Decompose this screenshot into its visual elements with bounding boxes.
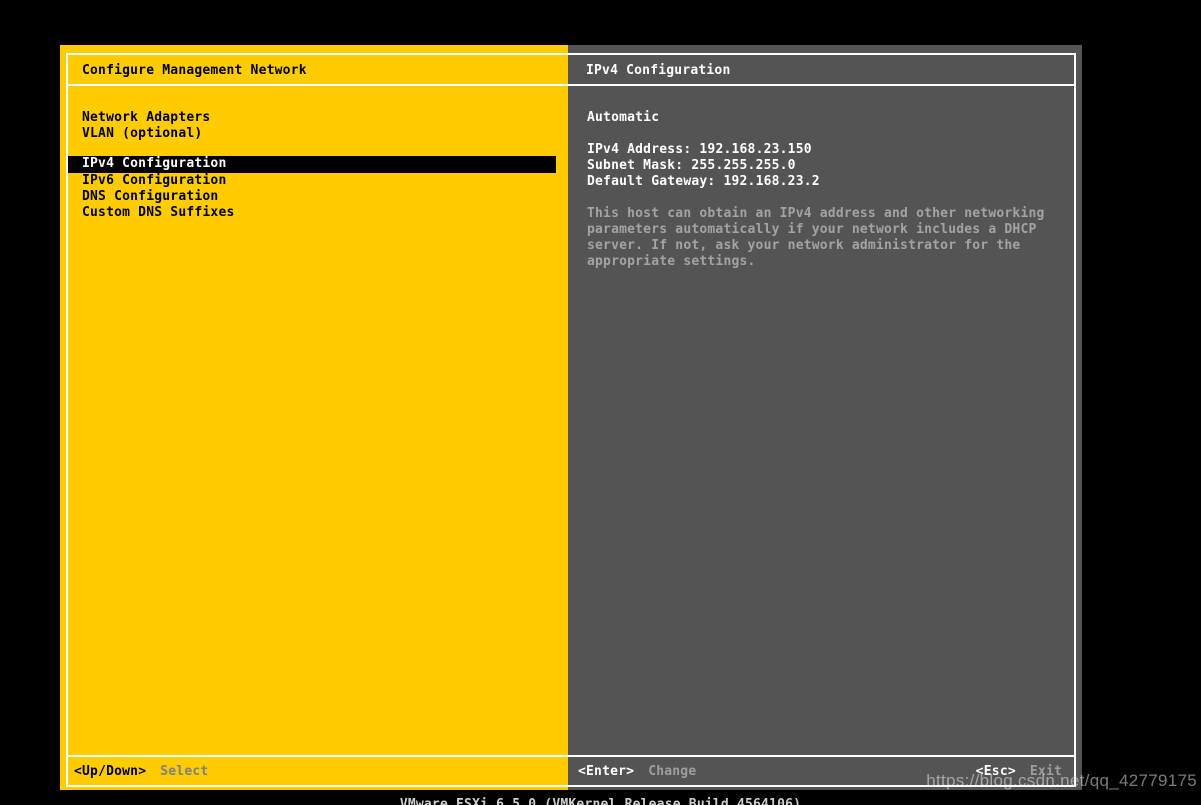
ipv4-mode-value: Automatic [587, 110, 1074, 126]
subnet-mask-value: 255.255.255.0 [691, 158, 795, 173]
management-network-menu: Network Adapters VLAN (optional) IPv4 Co… [68, 86, 568, 221]
help-line: appropriate settings. [587, 254, 1074, 270]
subnet-mask-row: Subnet Mask: 255.255.255.0 [587, 158, 1074, 174]
help-line: This host can obtain an IPv4 address and… [587, 206, 1074, 222]
help-line: server. If not, ask your network adminis… [587, 238, 1074, 254]
dcui-screen: Configure Management Network Network Ada… [0, 0, 1201, 805]
ipv4-details: Automatic IPv4 Address: 192.168.23.150 S… [568, 86, 1074, 270]
csdn-watermark: https://blog.csdn.net/qq_42779175 [926, 773, 1197, 789]
ipv4-fields: IPv4 Address: 192.168.23.150 Subnet Mask… [587, 142, 1074, 190]
ipv4-address-label: IPv4 Address: [587, 142, 691, 157]
left-hint-bar: <Up/Down> Select [68, 755, 568, 785]
detail-panel-border: IPv4 Configuration Automatic IPv4 Addres… [568, 53, 1076, 787]
dhcp-help-text: This host can obtain an IPv4 address and… [587, 206, 1074, 270]
detail-panel-title: IPv4 Configuration [568, 55, 1074, 86]
panel-title: Configure Management Network [68, 55, 568, 86]
enter-key-hint: <Enter> [578, 764, 634, 779]
menu-item-ipv4-configuration[interactable]: IPv4 Configuration [68, 156, 556, 173]
default-gateway-label: Default Gateway: [587, 174, 715, 189]
detail-panel: IPv4 Configuration Automatic IPv4 Addres… [568, 45, 1082, 790]
subnet-mask-label: Subnet Mask: [587, 158, 683, 173]
default-gateway-value: 192.168.23.2 [723, 174, 819, 189]
default-gateway-row: Default Gateway: 192.168.23.2 [587, 174, 1074, 190]
menu-item-network-adapters[interactable]: Network Adapters [68, 110, 568, 126]
menu-item-dns-configuration[interactable]: DNS Configuration [68, 189, 568, 205]
menu-panel-border: Configure Management Network Network Ada… [66, 53, 568, 787]
help-line: parameters automatically if your network… [587, 222, 1074, 238]
menu-item-ipv6-configuration[interactable]: IPv6 Configuration [68, 173, 568, 189]
updown-key-hint: <Up/Down> [74, 764, 146, 779]
menu-item-vlan[interactable]: VLAN (optional) [68, 126, 568, 142]
configure-management-network-window: Configure Management Network Network Ada… [60, 45, 1082, 790]
ipv4-address-value: 192.168.23.150 [699, 142, 811, 157]
ipv4-address-row: IPv4 Address: 192.168.23.150 [587, 142, 1074, 158]
esxi-version-line: VMware ESXi 6.5.0 (VMKernel Release Buil… [0, 797, 1201, 805]
menu-item-custom-dns-suffixes[interactable]: Custom DNS Suffixes [68, 205, 568, 221]
select-hint-label: Select [160, 764, 208, 779]
menu-panel: Configure Management Network Network Ada… [60, 45, 568, 790]
change-hint-label: Change [648, 764, 696, 779]
